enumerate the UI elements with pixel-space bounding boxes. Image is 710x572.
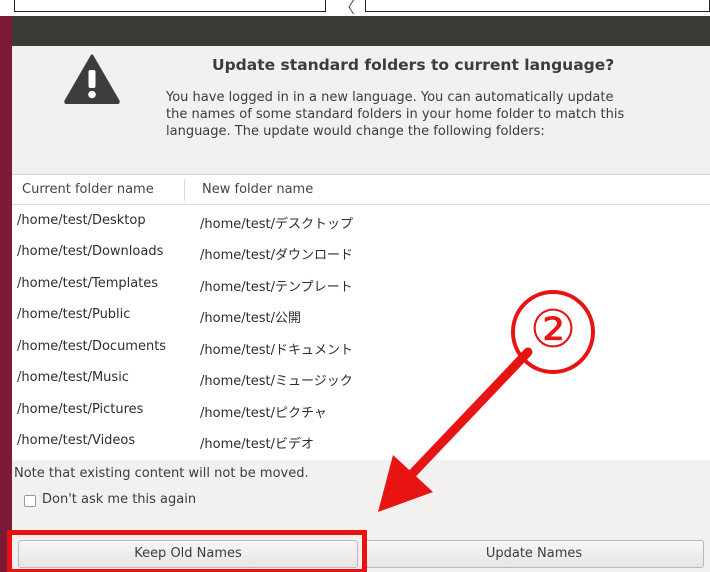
folder-table: Current folder name New folder name /hom…: [12, 174, 710, 460]
table-row[interactable]: /home/test/Documents /home/test/ドキュメント: [12, 332, 710, 363]
dialog-titlebar[interactable]: [12, 16, 710, 46]
table-row[interactable]: /home/test/Public /home/test/公開: [12, 300, 710, 331]
update-folders-dialog: Update standard folders to current langu…: [12, 46, 710, 572]
table-header: Current folder name New folder name: [12, 175, 710, 205]
new-folder-cell: /home/test/ピクチャ: [200, 406, 327, 421]
table-row[interactable]: /home/test/Desktop /home/test/デスクトップ: [12, 206, 710, 237]
new-folder-cell: /home/test/ダウンロード: [200, 248, 353, 263]
column-header-current[interactable]: Current folder name: [22, 182, 154, 197]
current-folder-cell: /home/test/Music: [17, 370, 129, 385]
current-folder-cell: /home/test/Templates: [17, 276, 159, 291]
description-line: the names of some standard folders in yo…: [166, 107, 625, 122]
table-row[interactable]: /home/test/Videos /home/test/ビデオ: [12, 426, 710, 457]
text-field-right[interactable]: [365, 0, 710, 12]
current-folder-cell: /home/test/Videos: [17, 433, 136, 448]
column-divider: [184, 179, 185, 201]
table-row[interactable]: /home/test/Templates /home/test/テンプレート: [12, 269, 710, 300]
new-folder-cell: /home/test/ドキュメント: [200, 343, 353, 358]
table-row[interactable]: /home/test/Downloads /home/test/ダウンロード: [12, 237, 710, 268]
warning-icon: [64, 54, 120, 104]
description-line: You have logged in in a new language. Yo…: [166, 90, 614, 105]
new-folder-cell: /home/test/ミュージック: [200, 374, 353, 389]
table-row[interactable]: /home/test/Pictures /home/test/ピクチャ: [12, 395, 710, 426]
dont-ask-again-checkbox[interactable]: [24, 495, 36, 507]
dialog-description: You have logged in in a new language. Yo…: [166, 89, 686, 140]
current-folder-cell: /home/test/Desktop: [17, 213, 146, 228]
current-folder-cell: /home/test/Downloads: [17, 244, 164, 259]
footer-note: Note that existing content will not be m…: [14, 466, 309, 481]
step-number: ②: [529, 300, 577, 360]
top-strip: 〈: [0, 0, 710, 17]
current-folder-cell: /home/test/Documents: [17, 339, 167, 354]
current-folder-cell: /home/test/Public: [17, 307, 131, 322]
table-row[interactable]: /home/test/Music /home/test/ミュージック: [12, 363, 710, 394]
new-folder-cell: /home/test/テンプレート: [200, 280, 353, 295]
step-number-callout: ②: [511, 290, 595, 374]
description-line: language. The update would change the fo…: [166, 124, 545, 139]
current-folder-cell: /home/test/Pictures: [17, 402, 144, 417]
dont-ask-again-label[interactable]: Don't ask me this again: [42, 492, 196, 507]
new-folder-cell: /home/test/公開: [200, 311, 301, 326]
new-folder-cell: /home/test/ビデオ: [200, 437, 314, 452]
update-names-button[interactable]: Update Names: [364, 540, 704, 568]
dialog-title: Update standard folders to current langu…: [212, 56, 615, 74]
new-folder-cell: /home/test/デスクトップ: [200, 217, 353, 232]
text-field-left[interactable]: [14, 0, 326, 12]
highlight-frame: [7, 530, 367, 572]
column-header-new[interactable]: New folder name: [202, 182, 313, 197]
